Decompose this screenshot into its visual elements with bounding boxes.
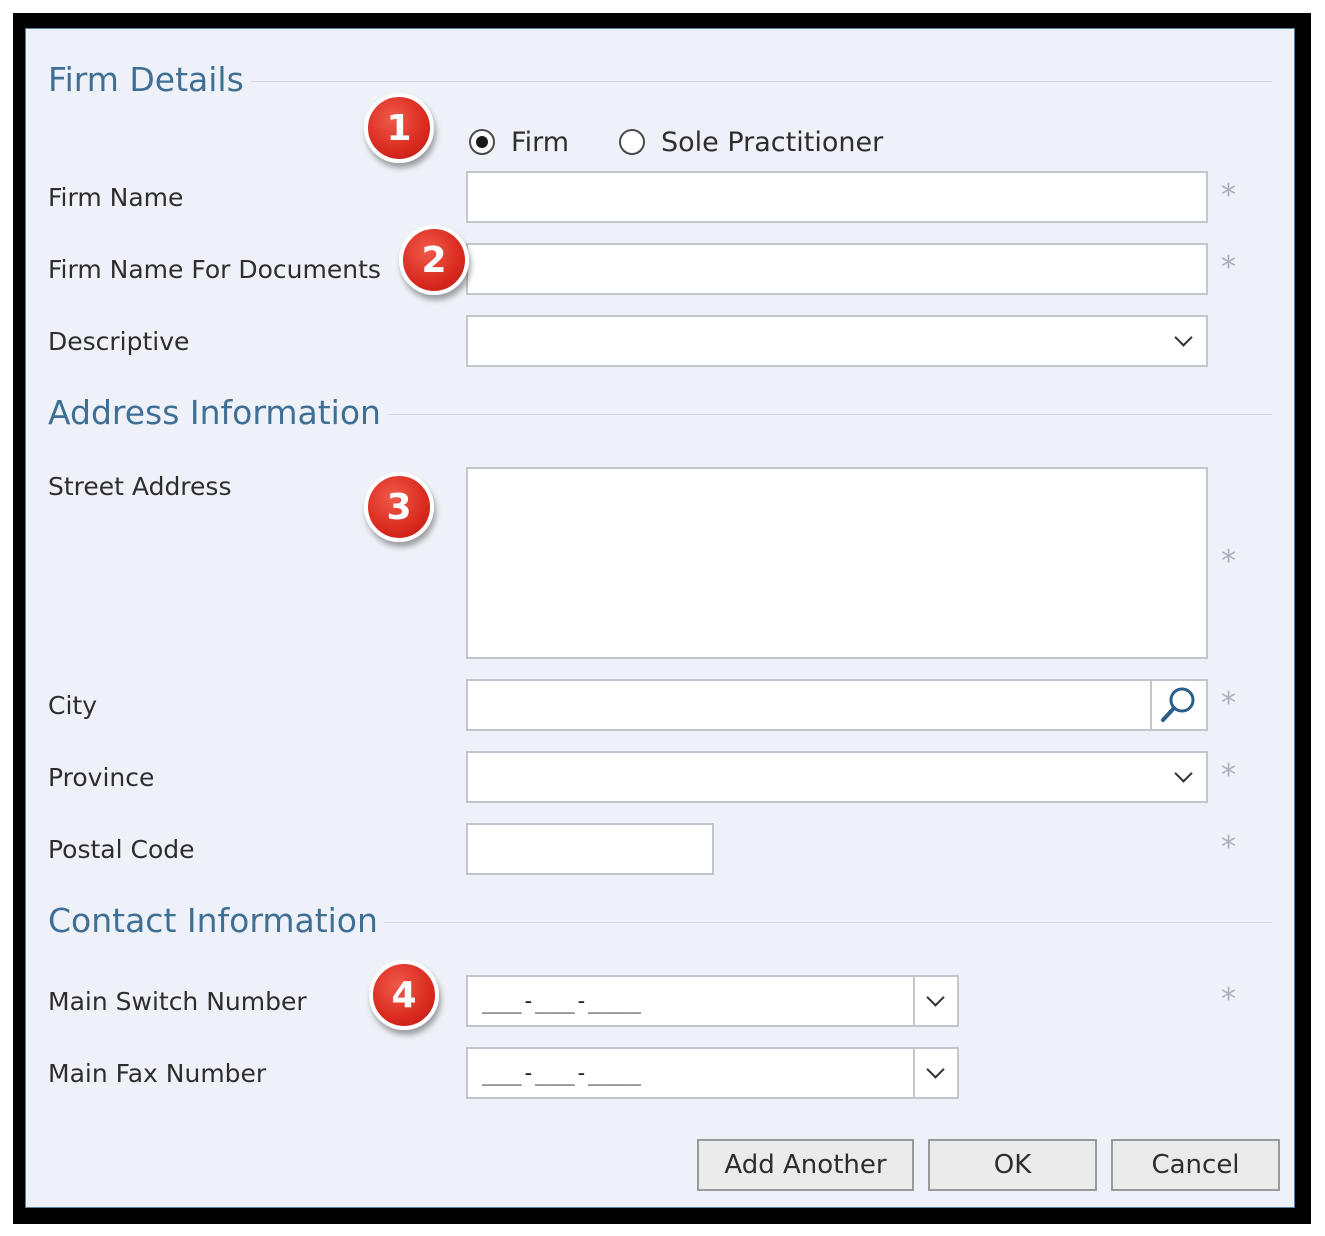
postal-code-input[interactable] [466,823,714,875]
chevron-down-icon [926,1060,945,1079]
label-descriptive: Descriptive [48,327,190,356]
radio-sole-practitioner[interactable] [619,129,645,155]
ok-button[interactable]: OK [928,1139,1097,1191]
street-address-textarea[interactable] [466,467,1208,659]
main-fax-number-value: ___-___-____ [482,1061,641,1086]
radio-selected-dot [476,136,488,148]
chevron-down-icon [926,988,945,1007]
chevron-down-icon[interactable] [1174,764,1193,783]
label-province: Province [48,763,155,792]
required-asterisk: * [1221,830,1236,865]
section-title-contact-information: Contact Information [48,901,378,940]
callout-badge-1: 1 [364,93,434,163]
descriptive-select[interactable] [466,315,1208,367]
required-asterisk: * [1221,686,1236,721]
firm-dialog: Firm Details 1 Firm Sole Practitioner Fi… [25,28,1295,1208]
radio-firm-label[interactable]: Firm [511,129,569,156]
main-switch-number-input[interactable]: ___-___-____ [466,975,959,1027]
required-asterisk: * [1221,178,1236,213]
cancel-button[interactable]: Cancel [1111,1139,1280,1191]
label-postal-code: Postal Code [48,835,195,864]
section-title-address-information: Address Information [48,393,381,432]
required-asterisk: * [1221,544,1236,579]
section-divider [388,414,1272,415]
province-select[interactable] [466,751,1208,803]
section-divider [251,81,1272,82]
callout-badge-3: 3 [364,472,434,542]
label-firm-name-for-documents: Firm Name For Documents [48,255,381,284]
firm-name-input[interactable] [466,171,1208,223]
firm-name-for-documents-input[interactable] [466,243,1208,295]
city-input[interactable] [466,679,1208,731]
section-title-firm-details: Firm Details [48,60,244,99]
main-switch-number-dropdown[interactable] [913,977,957,1025]
required-asterisk: * [1221,982,1236,1017]
label-street-address: Street Address [48,472,232,501]
radio-firm[interactable] [469,129,495,155]
main-fax-number-input[interactable]: ___-___-____ [466,1047,959,1099]
label-firm-name: Firm Name [48,183,184,212]
callout-badge-2: 2 [399,225,469,295]
add-another-button[interactable]: Add Another [697,1139,914,1191]
main-fax-number-dropdown[interactable] [913,1049,957,1097]
label-main-switch-number: Main Switch Number [48,987,307,1016]
chevron-down-icon[interactable] [1174,328,1193,347]
radio-sole-practitioner-label[interactable]: Sole Practitioner [661,129,883,156]
main-switch-number-value: ___-___-____ [482,989,641,1014]
required-asterisk: * [1221,250,1236,285]
city-search-button[interactable] [1150,681,1206,729]
label-main-fax-number: Main Fax Number [48,1059,267,1088]
required-asterisk: * [1221,758,1236,793]
callout-badge-4: 4 [369,960,439,1030]
section-divider [384,922,1272,923]
search-icon [1161,687,1195,722]
label-city: City [48,691,97,720]
